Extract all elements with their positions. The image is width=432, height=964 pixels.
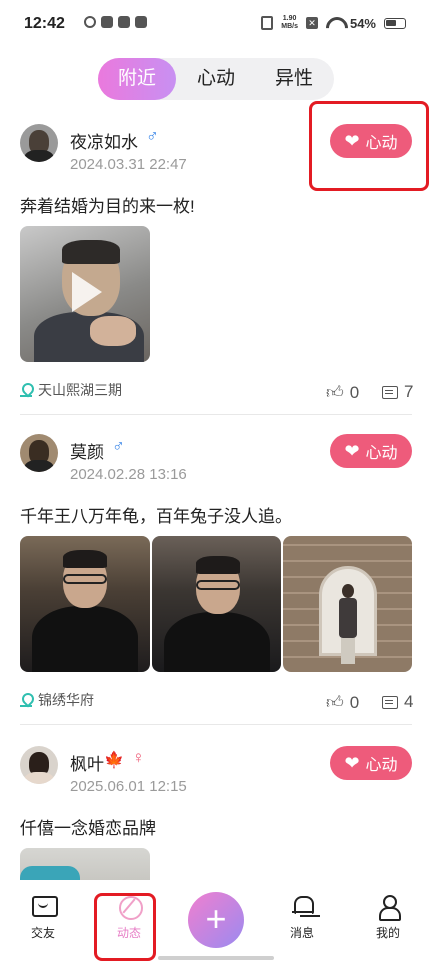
chat-icon [31, 894, 58, 918]
status-bar: 12:42 1.90 MB/s ✕ 54% [0, 0, 432, 50]
post-text: 仟僖一念婚恋品牌 [20, 819, 156, 838]
post-time: 2025.06.01 12:15 [70, 778, 187, 795]
tiktok-notification-icon [118, 16, 130, 28]
comment-count[interactable]: 4 [382, 692, 413, 712]
post-location[interactable]: 天山熙湖三期 [20, 380, 122, 400]
status-right: 1.90 MB/s ✕ 54% [261, 15, 406, 31]
nav-profile[interactable]: 我的 [358, 894, 418, 941]
location-label: 天山熙湖三期 [38, 382, 122, 398]
post-time: 2024.03.31 22:47 [70, 156, 187, 173]
bottom-nav: 交友 动态 + 消息 我的 [0, 880, 432, 964]
location-label: 锦绣华府 [38, 692, 94, 708]
vibrate-icon [261, 16, 274, 30]
bell-icon [290, 894, 314, 918]
nav-label: 我的 [375, 926, 400, 940]
app-notification-icon-2 [135, 16, 147, 28]
tab-opposite-sex[interactable]: 异性 [256, 58, 332, 100]
post-text: 奔着结婚为目的来一枚! [20, 197, 195, 216]
location-pin-icon [20, 693, 32, 707]
home-indicator [158, 956, 274, 960]
thumbs-up-icon: 👍︎ [326, 383, 344, 402]
comment-count-value: 7 [404, 382, 414, 401]
divider [20, 414, 412, 415]
tab-nearby[interactable]: 附近 [98, 58, 176, 100]
heart-icon: ❤ [344, 441, 360, 461]
female-icon: ♀ [132, 748, 145, 767]
nav-make-friends[interactable]: 交友 [13, 894, 73, 941]
username[interactable]: 夜凉如水 [70, 128, 138, 153]
comment-count[interactable]: 7 [382, 382, 413, 402]
post-text: 千年王八万年龟，百年兔子没人追。 [20, 507, 292, 526]
x-icon: ✕ [305, 17, 318, 29]
like-count-value: 0 [349, 692, 360, 712]
heartbeat-button-label: 心动 [365, 757, 398, 774]
male-icon: ♂ [112, 436, 125, 455]
heartbeat-button-label: 心动 [365, 445, 398, 462]
location-pin-icon [20, 383, 32, 397]
comment-icon [382, 695, 398, 709]
comment-count-value: 4 [404, 692, 414, 711]
avatar[interactable] [20, 434, 58, 472]
male-icon: ♂ [146, 126, 159, 145]
status-time: 12:42 [24, 15, 65, 32]
tab-heartbeat[interactable]: 心动 [176, 58, 256, 100]
post-photo[interactable] [152, 536, 281, 672]
add-post-button[interactable]: + [188, 892, 244, 948]
nav-label: 交友 [30, 926, 55, 940]
feed-tabs: 附近 心动 异性 [98, 58, 334, 100]
username[interactable]: 枫叶 [70, 750, 104, 775]
post-photo[interactable] [20, 848, 150, 880]
thumbs-up-icon: 👍︎ [326, 693, 344, 712]
post-time: 2024.02.28 13:16 [70, 466, 187, 483]
avatar[interactable] [20, 746, 58, 784]
heartbeat-button[interactable]: ❤ 心动 [330, 746, 412, 780]
post-photo[interactable] [283, 536, 412, 672]
app-notification-icon [84, 16, 96, 28]
play-icon[interactable] [68, 272, 102, 312]
post-location[interactable]: 锦绣华府 [20, 690, 94, 710]
battery-icon [384, 17, 406, 29]
post-photo[interactable] [20, 536, 150, 672]
divider [20, 724, 412, 725]
post-card: 莫颜 ♂ 2024.02.28 13:16 ❤ 心动 千年王八万年龟，百年兔子没… [0, 422, 432, 732]
annotation-box [309, 101, 429, 191]
maple-leaf-emoji: 🍁 [104, 752, 124, 769]
post-video[interactable] [20, 226, 150, 362]
like-count-value: 0 [349, 382, 360, 402]
battery-percent: 54% [349, 15, 376, 31]
heartbeat-button[interactable]: ❤ 心动 [330, 434, 412, 468]
wifi-icon [326, 17, 342, 29]
mail-notification-icon [101, 16, 113, 28]
net-speed: 1.90 MB/s [281, 15, 298, 30]
like-count[interactable]: 👍︎ 0 [326, 692, 359, 713]
like-count[interactable]: 👍︎ 0 [326, 382, 359, 403]
feed-list[interactable]: 夜凉如水 ♂ 2024.03.31 22:47 ❤ 心动 奔着结婚为目的来一枚!… [0, 112, 432, 880]
post-card: 枫叶 🍁 ♀ 2025.06.01 12:15 ❤ 心动 仟僖一念婚恋品牌 [0, 734, 432, 880]
nav-label: 消息 [289, 926, 314, 940]
nav-messages[interactable]: 消息 [272, 894, 332, 941]
heart-icon: ❤ [344, 753, 360, 773]
comment-icon [382, 385, 398, 399]
notification-icons [84, 16, 147, 28]
user-icon [376, 894, 401, 921]
avatar[interactable] [20, 124, 58, 162]
annotation-box [94, 893, 156, 961]
username[interactable]: 莫颜 [70, 438, 104, 463]
